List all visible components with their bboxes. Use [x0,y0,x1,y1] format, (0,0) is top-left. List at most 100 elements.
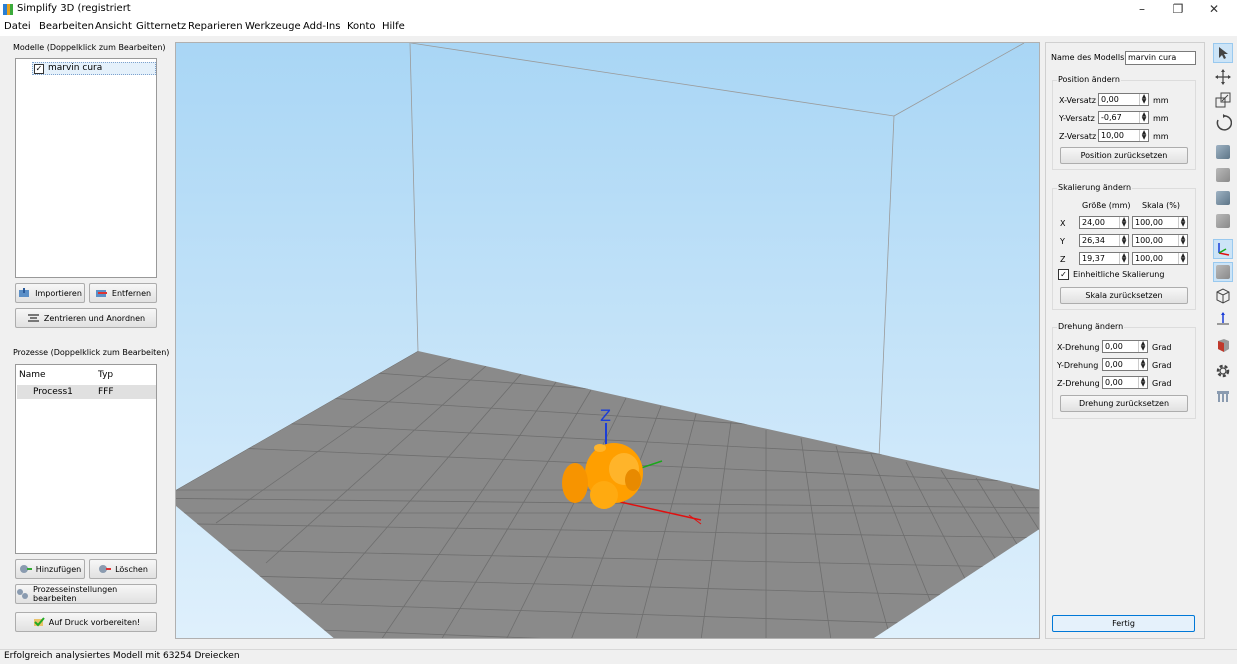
center-arrange-button[interactable]: Zentrieren und Anordnen [15,308,157,328]
model-settings-icon[interactable] [1213,335,1233,355]
list-item[interactable]: ✓ marvin cura [32,62,156,75]
spin-arrows-icon[interactable]: ▲ ▼ [1139,112,1148,123]
spin-arrows-icon[interactable]: ▲ ▼ [1178,253,1187,264]
models-header: Modelle (Doppelklick zum Bearbeiten) [13,43,166,52]
edit-process-settings-button[interactable]: Prozesseinstellungen bearbeiten [15,584,157,604]
delete-process-icon [98,564,112,574]
reset-position-button[interactable]: Position zurücksetzen [1060,147,1188,164]
menu-ansicht[interactable]: Ansicht [95,21,132,32]
process-type: FFF [98,387,114,397]
maximize-icon[interactable]: ❐ [1161,0,1195,20]
menu-reparieren[interactable]: Reparieren [188,21,243,32]
3d-viewport[interactable]: Z [175,42,1040,639]
cross-section-icon[interactable] [1213,309,1233,329]
scale-x-input[interactable]: 100,00 ▲ ▼ [1132,216,1188,229]
model-name-input[interactable]: marvin cura [1125,51,1196,65]
prepare-print-button[interactable]: Auf Druck vorbereiten! [15,612,157,632]
axes-icon[interactable] [1213,239,1233,259]
view-right-icon[interactable] [1213,211,1233,231]
rotate-icon[interactable] [1213,113,1233,133]
select-icon[interactable] [1213,43,1233,63]
view-front-icon[interactable] [1213,142,1233,162]
model-name-label: Name des Modells: [1051,53,1127,62]
scale-x-axis: X [1060,219,1066,228]
z-offset-input[interactable]: 10,00 ▲ ▼ [1098,129,1149,142]
process-settings-icon [16,589,29,599]
size-z-input[interactable]: 19,37 ▲ ▼ [1079,252,1129,265]
prepare-print-label: Auf Druck vorbereiten! [48,617,141,627]
size-y-input[interactable]: 26,34 ▲ ▼ [1079,234,1129,247]
reset-scale-button[interactable]: Skala zurücksetzen [1060,287,1188,304]
y-offset-input[interactable]: -0,67 ▲ ▼ [1098,111,1149,124]
wireframe-icon[interactable] [1213,286,1233,306]
menu-werkzeuge[interactable]: Werkzeuge [245,21,301,32]
view-back-icon[interactable] [1213,165,1233,185]
close-icon[interactable]: ✕ [1197,0,1231,20]
scale-y-input[interactable]: 100,00 ▲ ▼ [1132,234,1188,247]
edit-process-settings-label: Prozesseinstellungen bearbeiten [33,585,118,603]
menu-bearbeiten[interactable]: Bearbeiten [39,21,94,32]
spin-arrows-icon[interactable]: ▲ ▼ [1139,94,1148,105]
uniform-scaling-checkbox[interactable]: ✓ [1058,269,1069,280]
scale-z-input[interactable]: 100,00 ▲ ▼ [1132,252,1188,265]
viewport-canvas[interactable]: Z [176,43,1040,639]
menu-gitternetz[interactable]: Gitternetz [136,21,186,32]
add-process-button[interactable]: Hinzufügen [15,559,85,579]
spin-arrows-icon[interactable]: ▲ ▼ [1138,359,1147,370]
done-button[interactable]: Fertig [1052,615,1195,632]
gear-icon[interactable] [1213,361,1233,381]
model-checkbox[interactable]: ✓ [34,64,44,74]
spin-arrows-icon[interactable]: ▲ ▼ [1119,253,1128,264]
menu-hilfe[interactable]: Hilfe [382,21,405,32]
z-offset-label: Z-Versatz [1059,132,1097,141]
x-rotation-input[interactable]: 0,00 ▲ ▼ [1102,340,1148,353]
reset-rotation-button[interactable]: Drehung zurücksetzen [1060,395,1188,412]
z-rotation-unit: Grad [1152,379,1172,388]
col-type-header: Typ [98,370,114,380]
minimize-icon[interactable]: – [1125,0,1159,20]
remove-label: Entfernen [111,288,152,298]
scale-z-axis: Z [1060,255,1066,264]
spin-arrows-icon[interactable]: ▲ ▼ [1138,341,1147,352]
status-text: Erfolgreich analysiertes Modell mit 6325… [4,651,240,661]
import-label: Importieren [35,288,82,298]
y-rotation-unit: Grad [1152,361,1172,370]
spin-arrows-icon[interactable]: ▲ ▼ [1178,235,1187,246]
status-bar: Erfolgreich analysiertes Modell mit 6325… [0,649,1237,664]
spin-arrows-icon[interactable]: ▲ ▼ [1119,217,1128,228]
menu-add-ins[interactable]: Add-Ins [303,21,340,32]
scale-title: Skalierung ändern [1057,183,1133,192]
remove-button[interactable]: Entfernen [89,283,157,303]
spin-arrows-icon[interactable]: ▲ ▼ [1139,130,1148,141]
models-list[interactable]: ✓ marvin cura [15,58,157,278]
menu-datei[interactable]: Datei [4,21,31,32]
y-rotation-label: Y-Drehung [1057,361,1099,370]
scale-icon[interactable] [1213,90,1233,110]
import-button[interactable]: Importieren [15,283,85,303]
z-offset-unit: mm [1153,132,1169,141]
spin-arrows-icon[interactable]: ▲ ▼ [1178,217,1187,228]
x-rotation-unit: Grad [1152,343,1172,352]
z-rotation-input[interactable]: 0,00 ▲ ▼ [1102,376,1148,389]
spin-arrows-icon[interactable]: ▲ ▼ [1119,235,1128,246]
x-offset-input[interactable]: 0,00 ▲ ▼ [1098,93,1149,106]
rotation-title: Drehung ändern [1057,322,1125,331]
size-x-input[interactable]: 24,00 ▲ ▼ [1079,216,1129,229]
processes-table[interactable]: Name Typ Process1 FFF [15,364,157,554]
processes-header: Prozesse (Doppelklick zum Bearbeiten) [13,348,170,357]
menu-konto[interactable]: Konto [347,21,376,32]
move-icon[interactable] [1213,67,1233,87]
app-logo-icon [3,4,13,15]
solid-view-icon[interactable] [1213,262,1233,282]
delete-process-button[interactable]: Löschen [89,559,157,579]
model-name: marvin cura [48,63,103,73]
table-row[interactable]: Process1 FFF [17,385,156,399]
menu-bar: Datei Bearbeiten Ansicht Gitternetz Repa… [0,20,1237,36]
supports-icon[interactable] [1213,386,1233,406]
x-offset-unit: mm [1153,96,1169,105]
z-rotation-label: Z-Drehung [1057,379,1100,388]
z-axis-label: Z [600,406,611,425]
y-rotation-input[interactable]: 0,00 ▲ ▼ [1102,358,1148,371]
view-left-icon[interactable] [1213,188,1233,208]
spin-arrows-icon[interactable]: ▲ ▼ [1138,377,1147,388]
